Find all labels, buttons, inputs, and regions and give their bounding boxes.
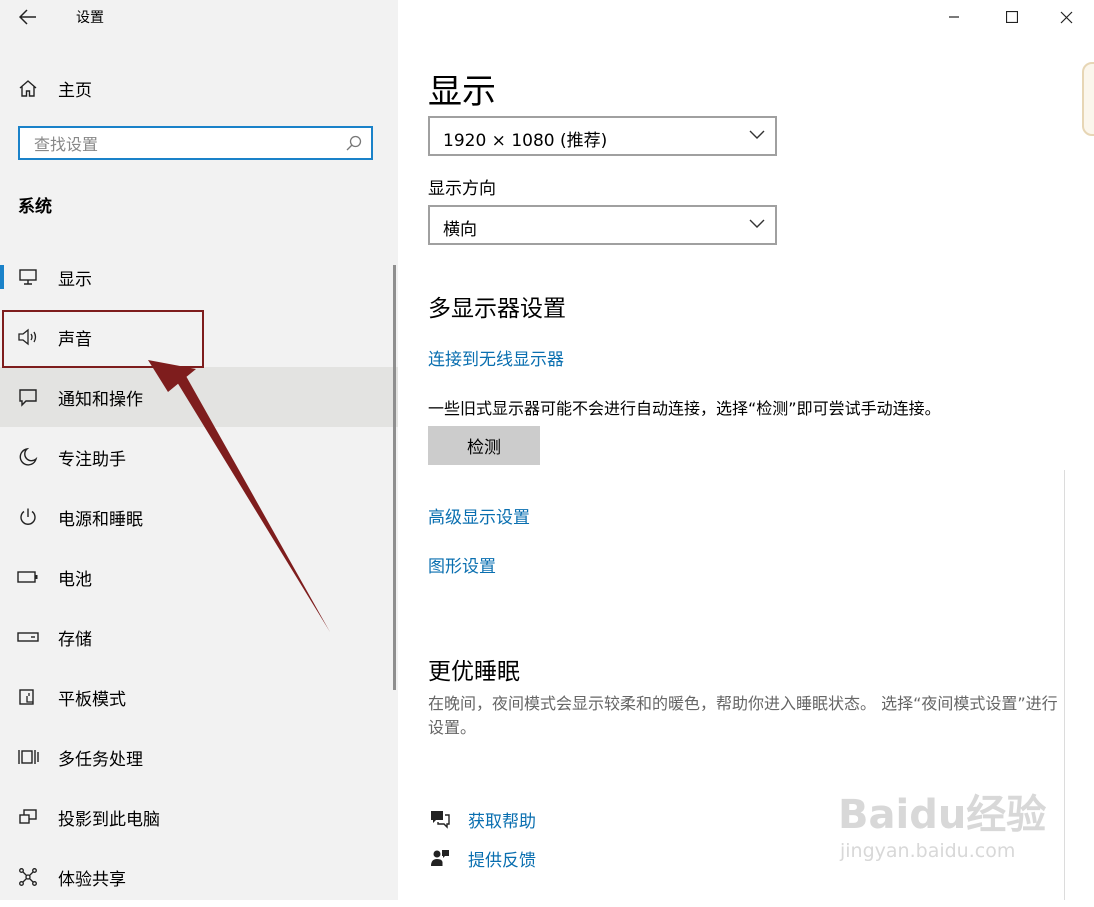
maximize-button[interactable] [984, 0, 1040, 34]
sidebar-item-shared-experiences[interactable]: 体验共享 [0, 847, 398, 907]
share-icon [16, 865, 40, 889]
notification-icon [16, 385, 40, 409]
sidebar-item-label: 专注助手 [58, 449, 126, 470]
app-title: 设置 [76, 10, 104, 26]
sidebar-scrollbar[interactable] [393, 265, 396, 690]
search-input[interactable] [32, 132, 336, 156]
baidu-watermark: Baidu经验 jingyan.baidu.com [838, 782, 1046, 862]
legacy-display-note: 一些旧式显示器可能不会进行自动连接，选择“检测”即可尝试手动连接。 [428, 399, 941, 418]
sidebar-item-label: 电池 [58, 569, 92, 590]
home-label: 主页 [58, 80, 92, 101]
graphics-settings-link[interactable]: 图形设置 [428, 552, 496, 577]
sidebar-item-label: 体验共享 [58, 869, 126, 890]
sidebar-item-label: 投影到此电脑 [58, 809, 160, 830]
power-icon [16, 505, 40, 529]
battery-icon [16, 565, 40, 589]
feedback-link[interactable]: 提供反馈 [468, 846, 536, 871]
chat-help-icon [428, 807, 452, 831]
orientation-value: 横向 [443, 220, 477, 240]
tablet-icon [16, 685, 40, 709]
get-help-row[interactable]: 获取帮助 [428, 804, 536, 834]
orientation-dropdown[interactable]: 横向 [428, 205, 777, 245]
main-content: 显示 1920 × 1080 (推荐) 显示方向 横向 多显示器设置 连接到无线… [398, 0, 1094, 900]
sidebar-item-project[interactable]: 投影到此电脑 [0, 787, 398, 847]
home-icon [16, 76, 40, 100]
moon-icon [16, 445, 40, 469]
sidebar-item-tablet-mode[interactable]: 平板模式 [0, 667, 398, 727]
get-help-link[interactable]: 获取帮助 [468, 807, 536, 832]
detect-button[interactable]: 检测 [428, 426, 540, 465]
search-icon[interactable] [345, 134, 363, 156]
sidebar-item-display[interactable]: 显示 [0, 247, 398, 307]
annotation-highlight-box [2, 310, 204, 368]
sidebar-item-label: 存储 [58, 629, 92, 650]
feedback-icon [428, 846, 452, 870]
minimize-button[interactable] [926, 0, 982, 34]
advanced-display-link[interactable]: 高级显示设置 [428, 503, 530, 528]
watermark-url: jingyan.baidu.com [840, 840, 1016, 862]
content-divider [1064, 470, 1065, 900]
sidebar-item-home[interactable]: 主页 [0, 68, 398, 108]
sidebar-item-storage[interactable]: 存储 [0, 607, 398, 667]
title-bar: 设置 [0, 0, 398, 36]
page-title: 显示 [428, 72, 496, 112]
sidebar-item-power[interactable]: 电源和睡眠 [0, 487, 398, 547]
wireless-display-link[interactable]: 连接到无线显示器 [428, 345, 564, 370]
window-edge-decoration [1082, 62, 1094, 136]
sidebar-item-label: 显示 [58, 269, 92, 290]
sidebar-item-notifications[interactable]: 通知和操作 [0, 367, 398, 427]
sidebar-item-label: 电源和睡眠 [58, 509, 143, 530]
project-icon [16, 805, 40, 829]
back-arrow-icon [19, 9, 36, 25]
sidebar-item-label: 多任务处理 [58, 749, 143, 770]
back-button[interactable] [16, 6, 40, 28]
search-box[interactable] [18, 126, 373, 160]
sidebar-item-focus-assist[interactable]: 专注助手 [0, 427, 398, 487]
storage-icon [16, 625, 40, 649]
maximize-icon [1006, 11, 1018, 23]
section-title: 系统 [18, 197, 52, 217]
chevron-down-icon [749, 130, 765, 139]
sidebar-item-multitasking[interactable]: 多任务处理 [0, 727, 398, 787]
night-light-note: 在晚间，夜间模式会显示较柔和的暖色，帮助你进入睡眠状态。 选择“夜间模式设置”进… [428, 694, 1058, 737]
better-sleep-heading: 更优睡眠 [428, 659, 520, 685]
orientation-label: 显示方向 [428, 179, 496, 199]
feedback-row[interactable]: 提供反馈 [428, 843, 536, 873]
sidebar-item-label: 通知和操作 [58, 389, 143, 410]
watermark-brand: Baidu经验 [838, 792, 1047, 838]
minimize-icon [949, 16, 959, 18]
multitask-icon [16, 745, 40, 769]
monitor-icon [16, 265, 40, 289]
close-icon [1060, 11, 1072, 23]
multi-display-heading: 多显示器设置 [428, 296, 566, 322]
chevron-down-icon [749, 219, 765, 228]
resolution-dropdown[interactable]: 1920 × 1080 (推荐) [428, 116, 777, 156]
close-button[interactable] [1038, 0, 1094, 34]
sidebar: 设置 主页 系统 显示 声音 通知和操作 专注助手 [0, 0, 398, 900]
resolution-value: 1920 × 1080 (推荐) [443, 131, 608, 151]
sidebar-item-label: 平板模式 [58, 689, 126, 710]
sidebar-item-battery[interactable]: 电池 [0, 547, 398, 607]
